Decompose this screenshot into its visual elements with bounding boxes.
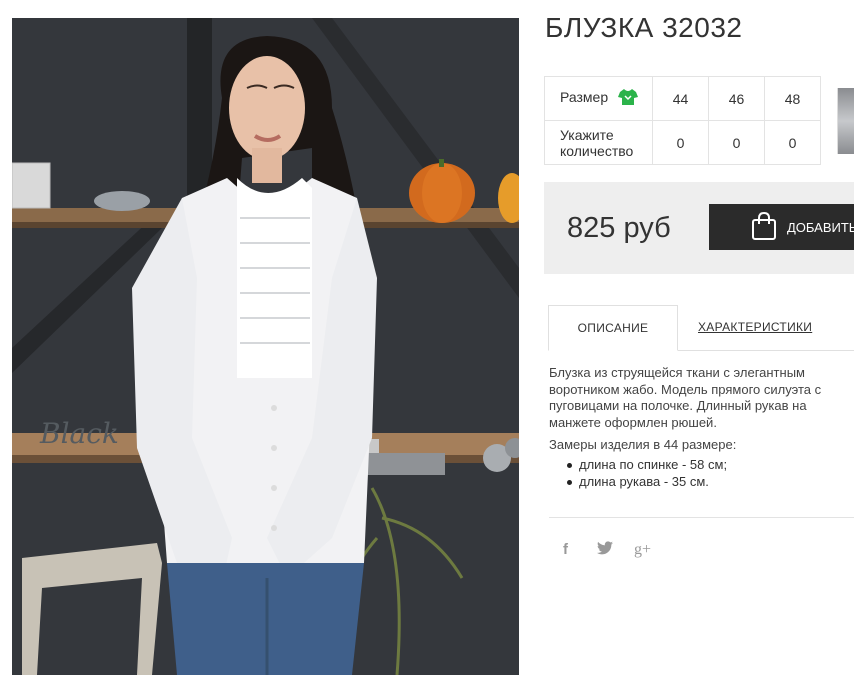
size-option-44[interactable]: 44: [652, 76, 709, 121]
price-box: 825 руб ДОБАВИТЬ: [544, 182, 854, 274]
facebook-icon[interactable]: f: [563, 541, 568, 558]
size-option-46[interactable]: 46: [708, 76, 765, 121]
size-option-48[interactable]: 48: [764, 76, 821, 121]
size-chart-tshirt-icon[interactable]: [618, 88, 639, 109]
product-title: БЛУЗКА 32032: [545, 12, 743, 43]
product-price: 825 руб: [567, 212, 671, 244]
size-label-cell: Размер: [544, 76, 653, 121]
tab-description[interactable]: ОПИСАНИЕ: [548, 305, 678, 351]
shelf-sign-text: Black: [39, 417, 119, 450]
add-to-cart-button[interactable]: ДОБАВИТЬ: [709, 204, 854, 250]
twitter-icon[interactable]: [597, 541, 613, 559]
quantity-input-48[interactable]: 0: [764, 120, 821, 165]
quantity-input-44[interactable]: 0: [652, 120, 709, 165]
quantity-input-46[interactable]: 0: [708, 120, 765, 165]
product-photo[interactable]: Black: [12, 18, 519, 675]
product-description: Блузка из струящейся ткани с элегантным …: [549, 365, 822, 430]
product-photo-illustration: Black: [12, 18, 519, 675]
shopping-bag-icon: [751, 211, 777, 244]
google-plus-icon[interactable]: g+: [634, 541, 651, 559]
size-row: Размер 44 46 48: [544, 76, 821, 121]
tab-characteristics[interactable]: ХАРАКТЕРИСТИКИ: [698, 305, 812, 349]
measurements-title: Замеры изделия в 44 размере:: [549, 437, 737, 452]
list-item: длина по спинке - 58 см;: [566, 457, 728, 472]
size-quantity-table: Размер 44 46 48 Укажите количество 0 0 0: [544, 76, 821, 165]
list-item: длина рукава - 35 см.: [566, 474, 727, 491]
measurements-list: длина по спинке - 58 см; длина рукава - …: [549, 457, 727, 490]
quantity-label: Укажите количество: [544, 120, 653, 165]
product-thumbnail[interactable]: [837, 88, 854, 154]
size-label: Размер: [560, 89, 609, 106]
quantity-row: Укажите количество 0 0 0: [544, 120, 821, 165]
add-to-cart-label: ДОБАВИТЬ: [787, 219, 854, 235]
product-tabs: ОПИСАНИЕ ХАРАКТЕРИСТИКИ: [548, 305, 854, 351]
divider: [549, 517, 854, 518]
